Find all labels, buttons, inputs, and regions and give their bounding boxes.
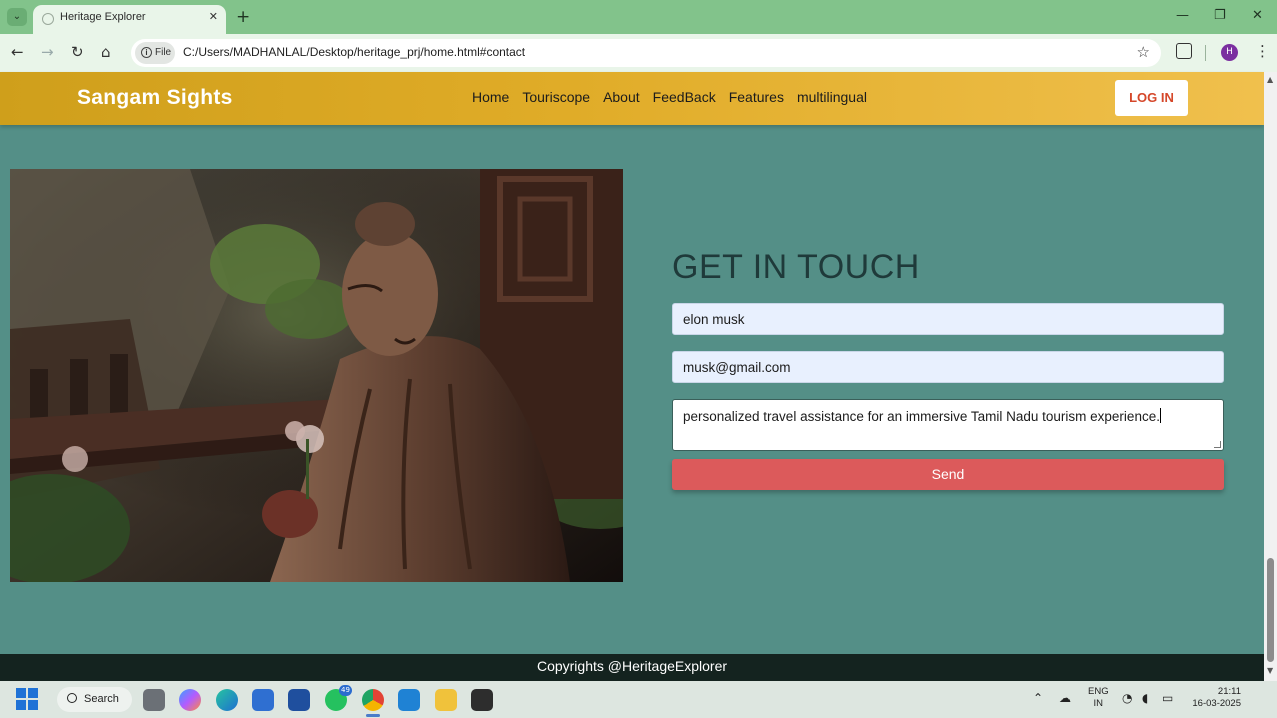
window-close-icon[interactable]: ✕ [1252,8,1263,23]
address-bar[interactable]: i File C:/Users/MADHANLAL/Desktop/herita… [131,39,1161,67]
send-button[interactable]: Send [672,459,1224,490]
profile-avatar[interactable]: H [1221,44,1238,61]
nav-link-features[interactable]: Features [729,89,784,105]
browser-toolbar: ← → ↻ ⌂ i File C:/Users/MADHANLAL/Deskto… [0,34,1277,72]
scrollbar-thumb[interactable] [1267,558,1274,662]
reload-icon[interactable]: ↻ [71,43,84,61]
terminal-icon[interactable] [471,689,493,711]
volume-icon[interactable]: ◖ [1142,691,1148,705]
buddha-statue-image [10,169,623,582]
resize-grip-icon[interactable] [1214,441,1221,448]
language-indicator[interactable]: ENG IN [1088,686,1109,710]
battery-icon[interactable]: ▭ [1162,691,1173,705]
os-taskbar: Search 49 ⌃ ☁ ENG IN ◔ ◖ ▭ 21:11 16-03-2… [0,681,1277,718]
site-info-chip[interactable]: i File [135,42,175,64]
toolbar-divider [1205,45,1206,61]
more-menu-icon[interactable]: ⋮ [1255,42,1270,60]
home-icon[interactable]: ⌂ [101,43,111,61]
name-input[interactable]: elon musk [672,303,1224,335]
chrome-icon[interactable] [362,689,384,711]
close-icon[interactable]: ✕ [209,10,218,23]
info-icon: i [141,47,152,58]
taskbar-search[interactable]: Search [57,687,132,712]
site-info-label: File [155,47,172,58]
clock-date: 16-03-2025 [1192,698,1241,709]
wifi-icon[interactable]: ◔ [1122,691,1132,705]
news-app-icon[interactable] [288,689,310,711]
file-explorer-icon[interactable] [435,689,457,711]
email-input[interactable]: musk@gmail.com [672,351,1224,383]
clock-time: 21:11 [1217,686,1241,697]
onedrive-icon[interactable]: ☁ [1059,691,1071,705]
site-brand[interactable]: Sangam Sights [77,86,233,110]
minimize-icon[interactable]: — [1176,8,1189,23]
edge-icon[interactable] [216,689,238,711]
globe-icon [42,13,54,25]
contact-heading: GET IN TOUCH [672,248,920,286]
tab-title: Heritage Explorer [60,11,146,23]
region-code: IN [1093,698,1104,709]
tab-search-icon[interactable]: ⌄ [7,8,27,26]
vscode-icon[interactable] [398,689,420,711]
extensions-icon[interactable] [1176,43,1192,59]
active-app-indicator [366,714,380,717]
site-footer: Copyrights @HeritageExplorer [0,654,1264,681]
nav-link-home[interactable]: Home [472,89,509,105]
scroll-down-icon[interactable]: ▼ [1267,666,1273,675]
message-text: personalized travel assistance for an im… [683,409,1160,424]
tray-overflow-icon[interactable]: ⌃ [1033,691,1043,705]
whatsapp-badge: 49 [339,685,352,696]
lang-code: ENG [1088,686,1109,697]
page-scrollbar[interactable]: ▲ ▼ [1264,72,1277,681]
copilot-icon[interactable] [179,689,201,711]
scroll-up-icon[interactable]: ▲ [1267,75,1273,84]
message-textarea[interactable]: personalized travel assistance for an im… [672,399,1224,451]
browser-tab[interactable]: Heritage Explorer ✕ [33,5,226,34]
site-navbar: Sangam Sights Home Touriscope About Feed… [0,72,1264,125]
text-caret [1159,408,1161,423]
url-text: C:/Users/MADHANLAL/Desktop/heritage_prj/… [183,45,526,59]
login-button[interactable]: LOG IN [1115,80,1188,116]
store-icon[interactable] [252,689,274,711]
taskbar-search-label: Search [84,693,119,705]
search-icon [67,693,77,703]
browser-tab-strip: ⌄ Heritage Explorer ✕ + — ❐ ✕ [0,0,1277,34]
system-clock[interactable]: 21:11 16-03-2025 [1190,686,1241,710]
bookmark-star-icon[interactable]: ☆ [1137,43,1150,61]
forward-icon[interactable]: → [41,43,54,61]
nav-link-feedback[interactable]: FeedBack [653,89,716,105]
footer-copyright: Copyrights @HeritageExplorer [536,658,728,674]
back-icon[interactable]: ← [11,43,24,61]
nav-link-touriscope[interactable]: Touriscope [522,89,590,105]
task-view-icon[interactable] [143,689,165,711]
nav-link-about[interactable]: About [603,89,640,105]
new-tab-icon[interactable]: + [236,7,250,27]
windows-start-icon[interactable] [16,688,38,710]
nav-links: Home Touriscope About FeedBack Features … [472,89,867,105]
restore-icon[interactable]: ❐ [1214,8,1226,23]
nav-link-multilingual[interactable]: multilingual [797,89,867,105]
